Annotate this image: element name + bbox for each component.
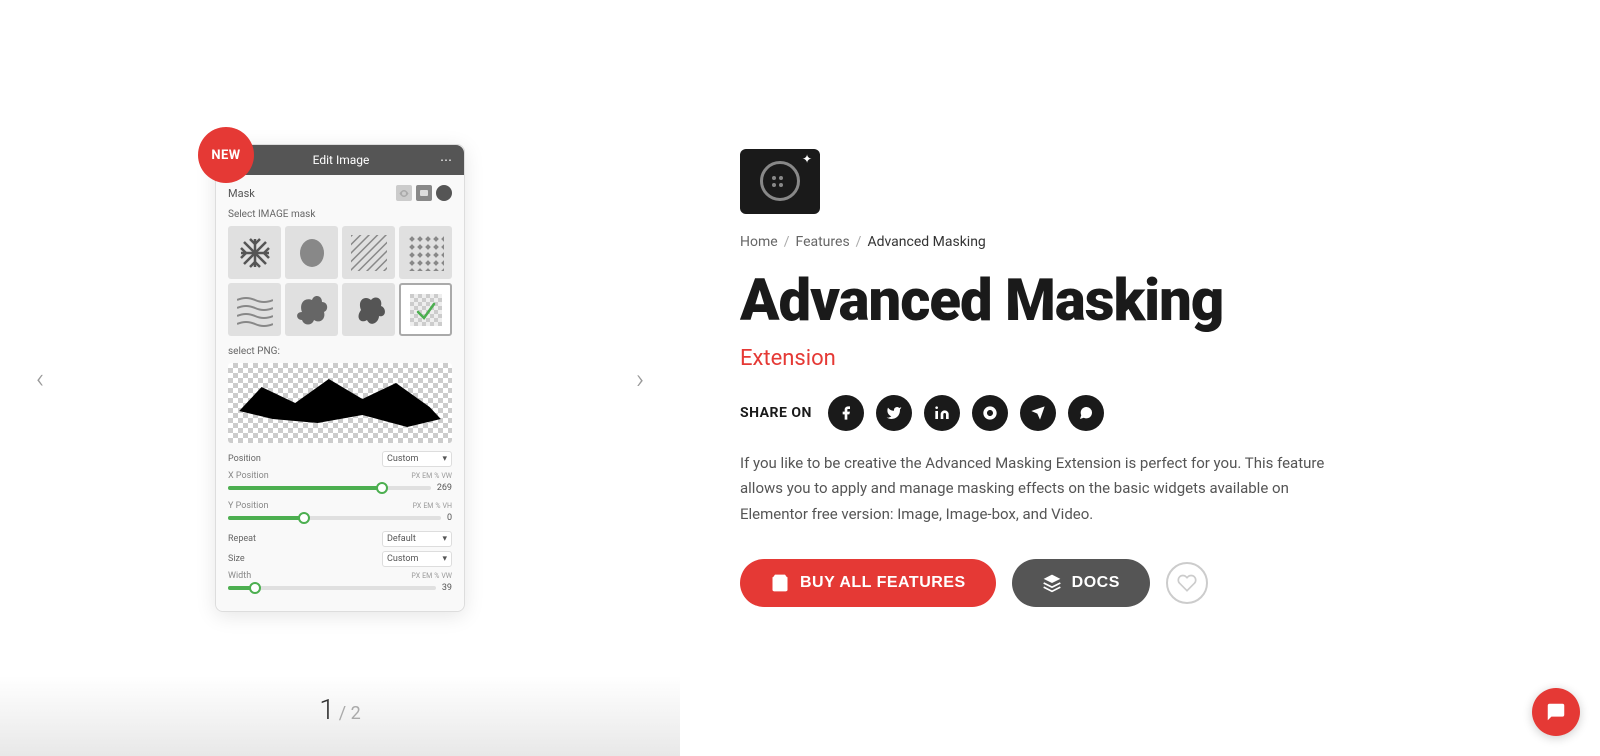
- breadcrumb-current: Advanced Masking: [867, 234, 985, 250]
- phone-header-title: Edit Image: [313, 153, 370, 167]
- mask-top-icons: [396, 185, 452, 201]
- app-icon-circle: [760, 161, 800, 201]
- phone-mockup: NEW Edit Image ⋯ Mask: [215, 144, 465, 612]
- right-panel: ✦ Home / Features / Advanced Masking Adv: [680, 0, 1600, 756]
- repeat-dropdown[interactable]: Default ▾: [382, 531, 452, 547]
- linkedin-icon[interactable]: [924, 395, 960, 431]
- docs-button[interactable]: DOCS: [1012, 559, 1150, 607]
- buy-all-features-button[interactable]: BUY ALL FEATURES: [740, 559, 996, 607]
- breadcrumb: Home / Features / Advanced Masking: [740, 234, 1540, 250]
- next-slide-button[interactable]: ›: [620, 358, 660, 398]
- unit-tabs-width: PXEM%VW: [411, 572, 452, 580]
- new-badge: NEW: [198, 127, 254, 183]
- y-position-row: Y Position PXEM%VH: [228, 501, 452, 511]
- share-label: SHARE ON: [740, 405, 812, 421]
- app-icon-container: ✦: [740, 149, 1540, 214]
- mask-item-diagonal[interactable]: [342, 226, 395, 279]
- mask-item-circle[interactable]: [285, 226, 338, 279]
- width-label: Width: [228, 571, 251, 581]
- select-png-label: select PNG:: [228, 346, 452, 357]
- description: If you like to be creative the Advanced …: [740, 451, 1340, 528]
- page-indicator: 1 / 2: [319, 693, 361, 726]
- repeat-control-row: Repeat Default ▾: [228, 531, 452, 547]
- unit-tabs-y: PXEM%VH: [413, 502, 452, 510]
- position-control-row: Position Custom ▾: [228, 451, 452, 467]
- unit-tabs-x: PXEM%VW: [411, 472, 452, 480]
- twitter-icon[interactable]: [876, 395, 912, 431]
- width-slider-row[interactable]: 39: [228, 583, 452, 593]
- heart-icon: [1177, 573, 1197, 593]
- png-preview: [228, 363, 452, 443]
- page-total: / 2: [339, 703, 361, 724]
- page-title: Advanced Masking: [740, 270, 1540, 334]
- mask-item-selected[interactable]: [399, 283, 452, 336]
- telegram-icon[interactable]: [1020, 395, 1056, 431]
- size-label: Size: [228, 554, 245, 564]
- docs-icon: [1042, 573, 1062, 593]
- whatsapp-icon[interactable]: [1068, 395, 1104, 431]
- position-dropdown[interactable]: Custom ▾: [382, 451, 452, 467]
- mask-grid: [228, 226, 452, 336]
- y-slider-row[interactable]: 0: [228, 513, 452, 523]
- select-image-mask-label: Select IMAGE mask: [228, 209, 452, 220]
- mask-item-splatter2[interactable]: [342, 283, 395, 336]
- cart-icon: [770, 573, 790, 593]
- sparkle-icon: ✦: [802, 152, 812, 166]
- chat-button[interactable]: [1532, 688, 1580, 736]
- breadcrumb-home[interactable]: Home: [740, 234, 778, 250]
- position-label: Position: [228, 454, 261, 464]
- grid-icon: ⋯: [440, 153, 452, 167]
- width-row: Width PXEM%VW: [228, 571, 452, 581]
- mask-item-snowflake[interactable]: [228, 226, 281, 279]
- x-position-label: X Position: [228, 471, 269, 481]
- extension-label: Extension: [740, 346, 1540, 371]
- x-value: 269: [437, 483, 452, 493]
- breadcrumb-sep2: /: [856, 234, 862, 250]
- chat-icon: [1545, 701, 1567, 723]
- y-value: 0: [447, 513, 452, 523]
- repeat-label: Repeat: [228, 534, 256, 544]
- eye-icon: [396, 185, 412, 201]
- x-slider-row[interactable]: 269: [228, 483, 452, 493]
- circle-icon: [436, 185, 452, 201]
- x-position-row: X Position PXEM%VW: [228, 471, 452, 481]
- size-dropdown[interactable]: Custom ▾: [382, 551, 452, 567]
- share-row: SHARE ON: [740, 395, 1540, 431]
- mask-item-splatter1[interactable]: [285, 283, 338, 336]
- y-position-label: Y Position: [228, 501, 268, 511]
- skype-icon[interactable]: [972, 395, 1008, 431]
- breadcrumb-sep1: /: [784, 234, 790, 250]
- mask-label: Mask: [228, 187, 255, 200]
- mask-item-waves[interactable]: [228, 283, 281, 336]
- action-row: BUY ALL FEATURES DOCS: [740, 559, 1540, 607]
- phone-body: Mask Select IMAGE mask: [216, 175, 464, 611]
- prev-slide-button[interactable]: ‹: [20, 358, 60, 398]
- mask-item-diamond[interactable]: [399, 226, 452, 279]
- size-control-row: Size Custom ▾: [228, 551, 452, 567]
- favorite-button[interactable]: [1166, 562, 1208, 604]
- social-icons: [828, 395, 1104, 431]
- app-icon: ✦: [740, 149, 820, 214]
- width-value: 39: [442, 583, 452, 593]
- facebook-icon[interactable]: [828, 395, 864, 431]
- breadcrumb-features[interactable]: Features: [795, 234, 849, 250]
- page-current: 1: [319, 693, 335, 726]
- image-icon: [416, 185, 432, 201]
